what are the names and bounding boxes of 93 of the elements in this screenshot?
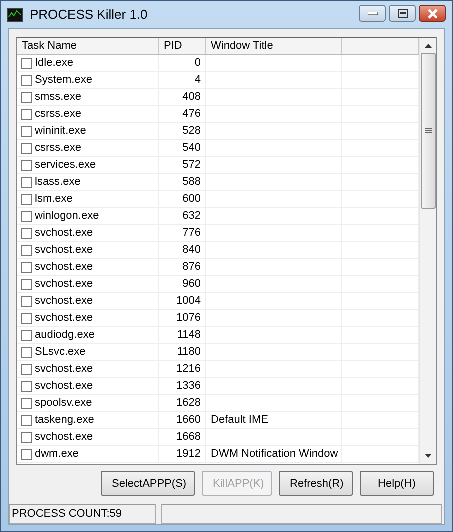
action-button[interactable]: Help(H)	[360, 471, 434, 496]
task-name: svchost.exe	[35, 261, 94, 273]
window-title: PROCESS Killer 1.0	[30, 7, 149, 22]
checkbox[interactable]	[21, 364, 32, 374]
task-name: lsass.exe	[35, 176, 81, 188]
column-header[interactable]: Task Name	[17, 38, 159, 54]
pid-cell: 0	[194, 57, 201, 69]
task-name: svchost.exe	[35, 431, 94, 443]
pid-cell: 1076	[176, 312, 201, 324]
checkbox[interactable]	[21, 432, 32, 442]
window-title-cell: DWM Notification Window	[211, 448, 338, 460]
task-name: csrss.exe	[35, 108, 82, 120]
minimize-button[interactable]	[359, 5, 386, 22]
pid-cell: 632	[182, 210, 201, 222]
pid-cell: 408	[182, 91, 201, 103]
pid-cell: 960	[182, 278, 201, 290]
action-button[interactable]: SelectAPPP(S)	[101, 471, 195, 496]
task-name: svchost.exe	[35, 312, 94, 324]
pid-cell: 1628	[176, 397, 201, 409]
checkbox[interactable]	[21, 398, 32, 408]
pid-cell: 476	[182, 108, 201, 120]
pid-cell: 1668	[176, 431, 201, 443]
checkbox[interactable]	[21, 448, 32, 460]
pid-cell: 776	[182, 227, 201, 239]
task-name: winlogon.exe	[35, 210, 100, 222]
checkbox[interactable]	[21, 176, 32, 188]
minimize-icon	[368, 12, 378, 16]
task-name: smss.exe	[35, 91, 82, 103]
close-icon	[426, 8, 438, 18]
scroll-thumb[interactable]	[420, 53, 436, 209]
status-text: PROCESS COUNT:59	[9, 504, 156, 524]
scrollbar[interactable]	[419, 38, 436, 464]
task-name: csrss.exe	[35, 142, 82, 154]
checkbox[interactable]	[21, 278, 32, 290]
checkbox[interactable]	[21, 244, 32, 256]
checkbox[interactable]	[21, 210, 32, 222]
checkbox[interactable]	[21, 92, 32, 102]
pid-cell: 528	[182, 125, 201, 137]
pid-cell: 588	[182, 176, 201, 188]
checkbox[interactable]	[21, 108, 32, 120]
action-button[interactable]: Refresh(R)	[279, 471, 353, 496]
task-name: spoolsv.exe	[35, 397, 92, 409]
pid-cell: 1216	[176, 363, 201, 375]
pid-cell: 1336	[176, 380, 201, 392]
checkbox[interactable]	[21, 330, 32, 340]
task-name: svchost.exe	[35, 295, 94, 307]
pid-cell: 840	[182, 244, 201, 256]
scroll-up-icon[interactable]	[424, 44, 432, 48]
pid-cell: 876	[182, 261, 201, 273]
pid-cell: 1180	[177, 346, 201, 358]
task-name: wininit.exe	[35, 125, 86, 137]
checkbox[interactable]	[21, 380, 32, 392]
task-name: Idle.exe	[35, 57, 74, 69]
checkbox[interactable]	[21, 194, 32, 204]
pid-cell: 1660	[176, 414, 201, 426]
checkbox[interactable]	[21, 414, 32, 426]
task-name: svchost.exe	[35, 278, 94, 290]
monitor-icon	[7, 8, 23, 22]
pid-cell: 600	[182, 193, 201, 205]
pid-cell: 4	[194, 74, 201, 86]
task-name: services.exe	[35, 159, 96, 171]
close-button[interactable]	[419, 5, 446, 22]
checkbox[interactable]	[21, 126, 32, 136]
pid-cell: 1004	[176, 295, 201, 307]
column-header[interactable]: Window Title	[206, 38, 342, 54]
pid-cell: 572	[182, 159, 201, 171]
checkbox[interactable]	[21, 142, 32, 154]
pid-cell: 1912	[176, 448, 201, 460]
maximize-icon	[398, 9, 408, 18]
task-name: SLsvc.exe	[35, 346, 86, 358]
checkbox[interactable]	[21, 312, 32, 324]
checkbox[interactable]	[21, 74, 32, 86]
task-name: audiodg.exe	[35, 329, 95, 341]
pid-cell: 1148	[177, 329, 201, 341]
window-title-cell: Default IME	[211, 414, 268, 426]
checkbox[interactable]	[21, 160, 32, 170]
task-name: taskeng.exe	[35, 414, 94, 426]
task-name: svchost.exe	[35, 227, 94, 239]
task-name: System.exe	[35, 74, 92, 86]
checkbox[interactable]	[21, 262, 32, 272]
checkbox[interactable]	[21, 296, 32, 306]
checkbox[interactable]	[21, 58, 32, 68]
task-name: svchost.exe	[35, 244, 94, 256]
scroll-down-icon[interactable]	[424, 454, 432, 458]
task-name: dwm.exe	[35, 448, 80, 460]
pid-cell: 540	[182, 142, 201, 154]
task-name: svchost.exe	[35, 380, 94, 392]
task-name: lsm.exe	[35, 193, 73, 205]
checkbox[interactable]	[21, 346, 32, 358]
task-name: svchost.exe	[35, 363, 94, 375]
checkbox[interactable]	[21, 228, 32, 238]
column-header[interactable]: PID	[159, 38, 206, 54]
maximize-button[interactable]	[389, 5, 416, 22]
